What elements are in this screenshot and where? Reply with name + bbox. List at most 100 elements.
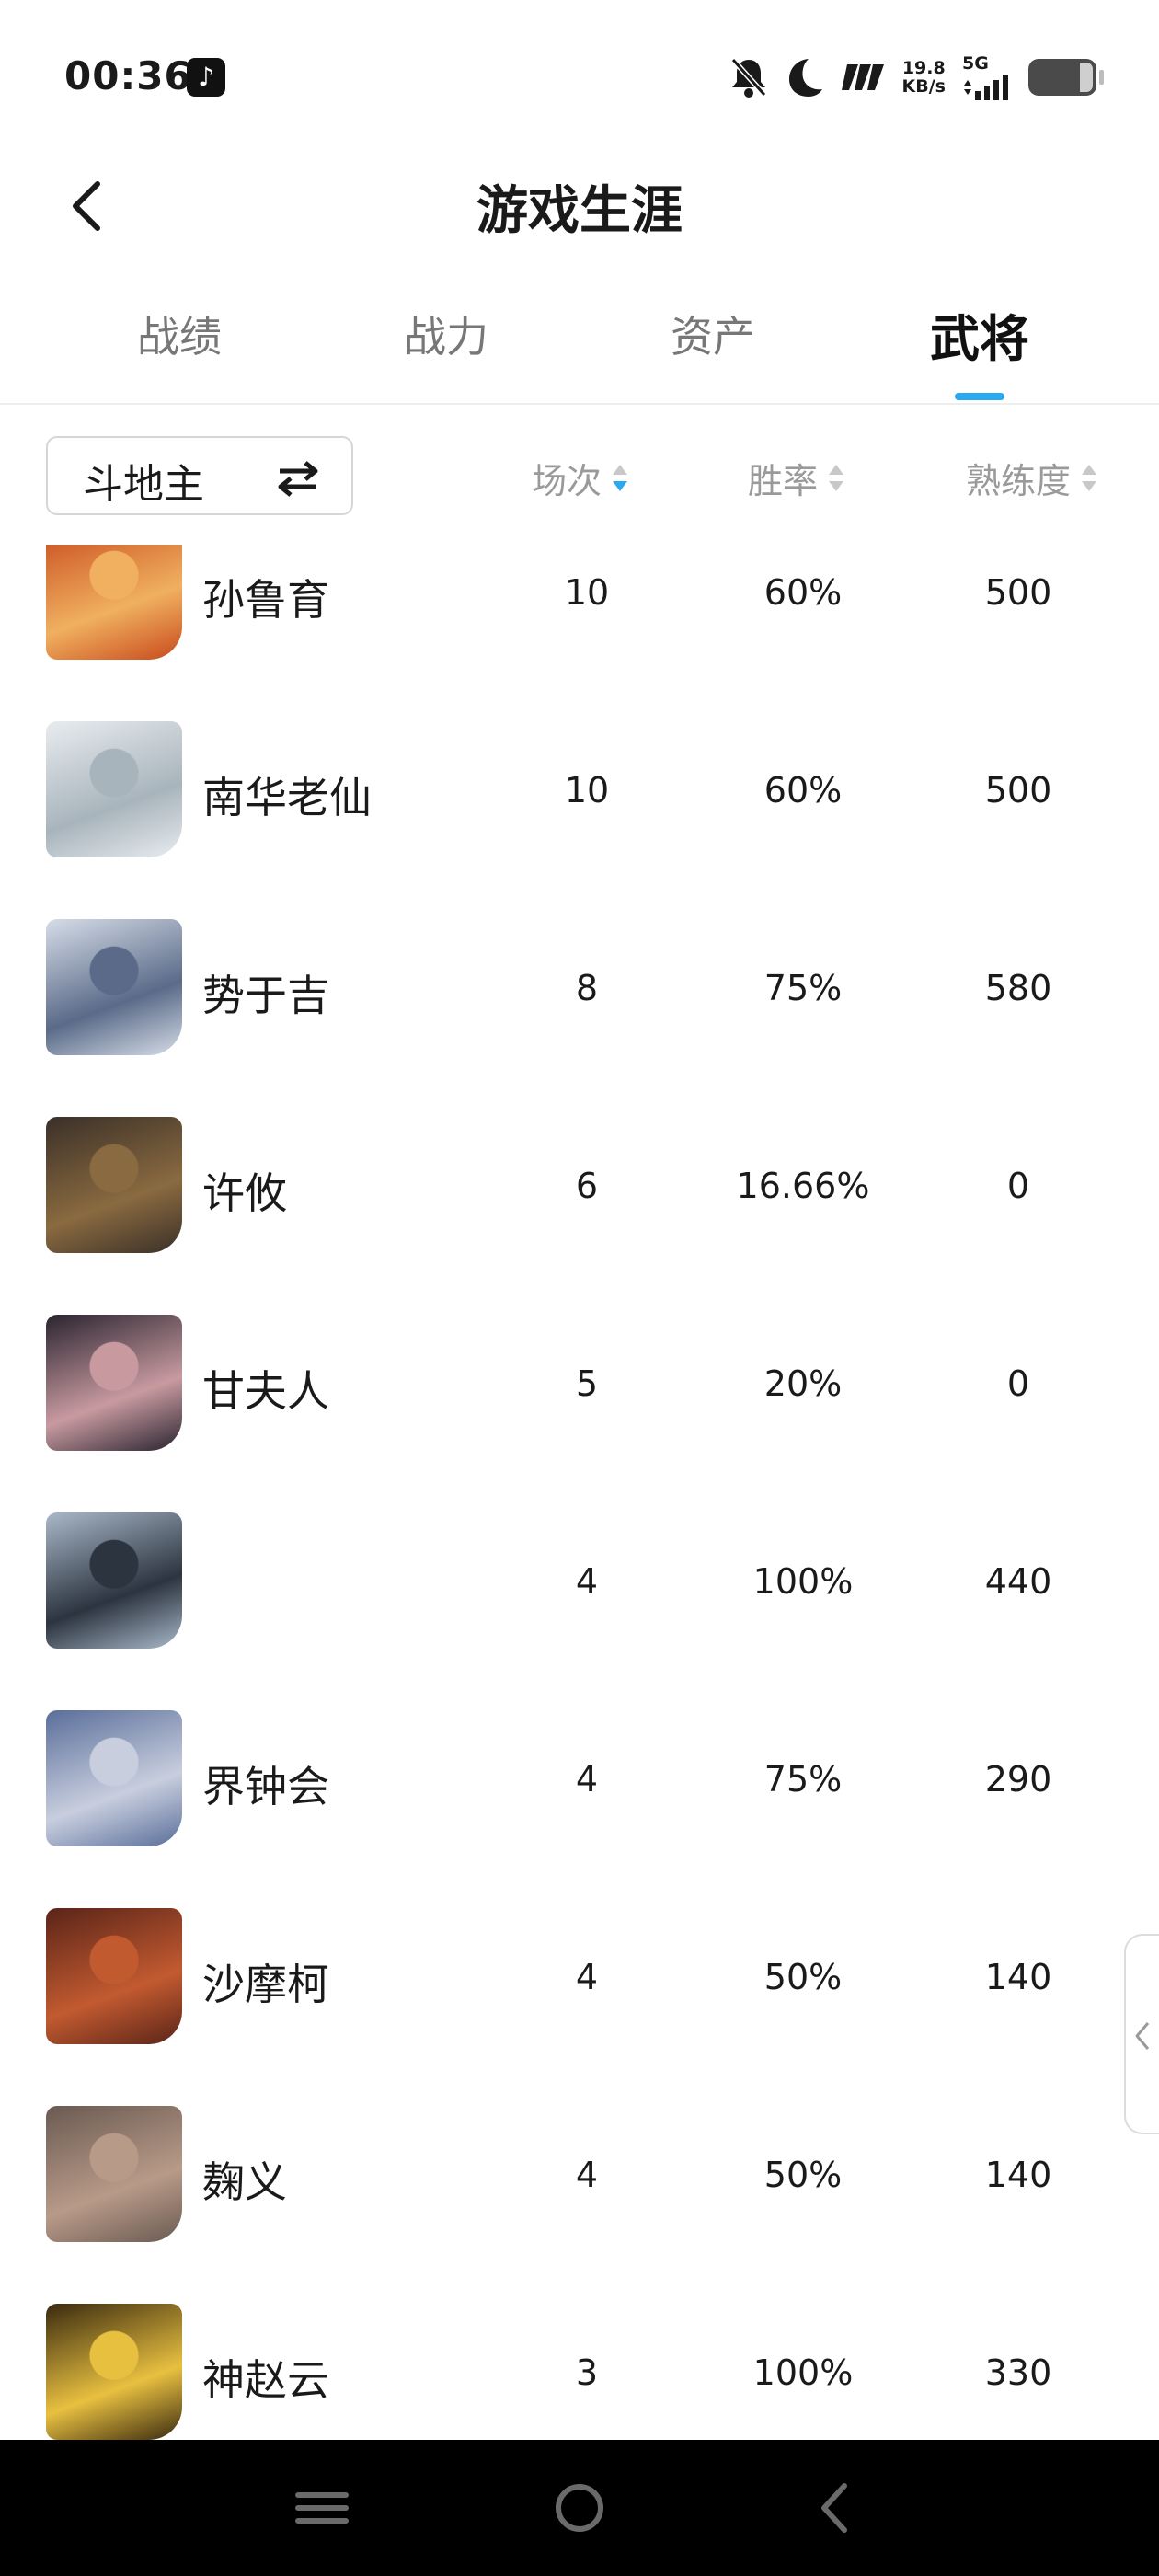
hero-avatar xyxy=(46,2106,182,2242)
status-time: 00:36 xyxy=(64,53,192,98)
hero-proficiency: 440 xyxy=(984,1561,1052,1602)
hero-win-rate: 100% xyxy=(752,1561,854,1602)
column-proficiency[interactable]: 熟练度 xyxy=(966,453,1098,503)
hero-games: 4 xyxy=(575,1759,599,1800)
hero-row[interactable]: 许攸 6 16.66% 0 xyxy=(0,1087,1159,1284)
hero-name: 沙摩柯 xyxy=(202,1960,329,2009)
hero-row[interactable]: 孙鲁育 10 60% 500 xyxy=(0,545,1159,691)
hd-icon xyxy=(841,64,884,90)
tab-record[interactable]: 战绩 xyxy=(60,304,299,364)
hero-win-rate: 50% xyxy=(763,2155,843,2195)
hero-avatar xyxy=(46,2304,182,2440)
tab-bar: 战绩 战力 资产 武将 xyxy=(0,285,1159,405)
column-games-label: 场次 xyxy=(532,461,602,501)
hero-games: 3 xyxy=(575,2352,599,2393)
tab-assets[interactable]: 资产 xyxy=(593,304,832,364)
hero-name: 神赵云 xyxy=(202,2355,329,2405)
moon-icon xyxy=(788,59,822,97)
sort-icon xyxy=(829,464,844,491)
hero-games: 10 xyxy=(564,770,610,811)
hero-proficiency: 0 xyxy=(1006,1363,1030,1404)
hero-proficiency: 330 xyxy=(984,2352,1052,2393)
column-proficiency-label: 熟练度 xyxy=(966,461,1072,501)
column-win-rate-label: 胜率 xyxy=(748,461,819,501)
battery-icon xyxy=(1028,59,1104,96)
swap-icon xyxy=(278,461,318,497)
hero-name: 南华老仙 xyxy=(202,773,372,822)
hero-row[interactable]: 4 100% 440 xyxy=(0,1482,1159,1680)
hero-win-rate: 60% xyxy=(763,572,843,613)
status-bar: 00:36 ♪ 19.8 KB/s 5G xyxy=(0,0,1159,156)
hero-proficiency: 290 xyxy=(984,1759,1052,1800)
chevron-left-icon xyxy=(1135,2022,1150,2050)
tab-heroes[interactable]: 武将 xyxy=(860,298,1099,371)
hero-proficiency: 500 xyxy=(984,770,1052,811)
network-type: 5G xyxy=(962,53,989,74)
hero-row[interactable]: 沙摩柯 4 50% 140 xyxy=(0,1878,1159,2076)
filter-row: 斗地主 场次 胜率 熟练度 xyxy=(0,434,1159,517)
hero-games: 4 xyxy=(575,1957,599,1997)
page-title: 游戏生涯 xyxy=(476,181,683,241)
hero-row[interactable]: 麹义 4 50% 140 xyxy=(0,2076,1159,2273)
hero-games: 4 xyxy=(575,2155,599,2195)
hero-name: 势于吉 xyxy=(202,971,329,1020)
hero-proficiency: 140 xyxy=(984,2155,1052,2195)
game-mode-label: 斗地主 xyxy=(83,461,204,508)
net-speed-value: 19.8 xyxy=(901,58,946,78)
side-drawer-handle[interactable] xyxy=(1124,1934,1159,2134)
header: 游戏生涯 xyxy=(0,156,1159,253)
status-icons: 19.8 KB/s 5G xyxy=(729,53,1104,101)
net-speed: 19.8 KB/s xyxy=(902,59,946,96)
hero-row[interactable]: 南华老仙 10 60% 500 xyxy=(0,691,1159,889)
hero-name: 界钟会 xyxy=(202,1762,329,1811)
hero-avatar xyxy=(46,919,182,1055)
hero-name: 甘夫人 xyxy=(202,1366,329,1416)
column-win-rate[interactable]: 胜率 xyxy=(748,453,845,503)
system-nav-bar xyxy=(0,2440,1159,2576)
tab-power[interactable]: 战力 xyxy=(327,304,566,364)
hero-avatar xyxy=(46,1315,182,1451)
hero-proficiency: 0 xyxy=(1006,1166,1030,1206)
hero-avatar xyxy=(46,1710,182,1846)
signal: 5G xyxy=(962,54,1012,100)
sort-icon xyxy=(1082,464,1097,491)
menu-icon[interactable] xyxy=(289,2475,355,2541)
hero-row[interactable]: 神赵云 3 100% 330 xyxy=(0,2273,1159,2440)
hero-win-rate: 75% xyxy=(763,1759,843,1800)
hero-row[interactable]: 势于吉 8 75% 580 xyxy=(0,889,1159,1087)
column-games[interactable]: 场次 xyxy=(532,453,629,503)
hero-games: 8 xyxy=(575,968,599,1008)
hero-games: 5 xyxy=(575,1363,599,1404)
active-tab-indicator xyxy=(955,393,1004,400)
hero-row[interactable]: 界钟会 4 75% 290 xyxy=(0,1680,1159,1878)
hero-row[interactable]: 甘夫人 5 20% 0 xyxy=(0,1284,1159,1482)
hero-avatar xyxy=(46,545,182,660)
hero-avatar xyxy=(46,1908,182,2044)
hero-avatar xyxy=(46,1117,182,1253)
hero-games: 4 xyxy=(575,1561,599,1602)
hero-name: 许攸 xyxy=(202,1168,287,1218)
game-mode-selector[interactable]: 斗地主 xyxy=(46,436,353,515)
hero-proficiency: 500 xyxy=(984,572,1052,613)
back-icon[interactable] xyxy=(802,2475,868,2541)
hero-win-rate: 20% xyxy=(763,1363,843,1404)
mute-bell-icon xyxy=(730,57,766,98)
hero-proficiency: 580 xyxy=(984,968,1052,1008)
hero-win-rate: 75% xyxy=(763,968,843,1008)
hero-avatar xyxy=(46,1512,182,1649)
hero-games: 10 xyxy=(564,572,610,613)
sort-desc-icon xyxy=(613,464,628,491)
hero-win-rate: 16.66% xyxy=(736,1166,870,1206)
home-icon[interactable] xyxy=(546,2475,613,2541)
hero-list[interactable]: 孙鲁育 10 60% 500 南华老仙 10 60% 500 势于吉 8 75% 580 许攸 6 16.6… xyxy=(0,545,1159,2440)
hero-avatar xyxy=(46,721,182,857)
hero-games: 6 xyxy=(575,1166,599,1206)
tiktok-icon: ♪ xyxy=(187,58,225,97)
hero-win-rate: 60% xyxy=(763,770,843,811)
hero-name: 麹义 xyxy=(202,2157,287,2207)
net-speed-unit: KB/s xyxy=(901,76,946,97)
signal-icon xyxy=(964,75,1008,100)
hero-name: 孙鲁育 xyxy=(202,575,329,625)
hero-proficiency: 140 xyxy=(984,1957,1052,1997)
hero-win-rate: 100% xyxy=(752,2352,854,2393)
